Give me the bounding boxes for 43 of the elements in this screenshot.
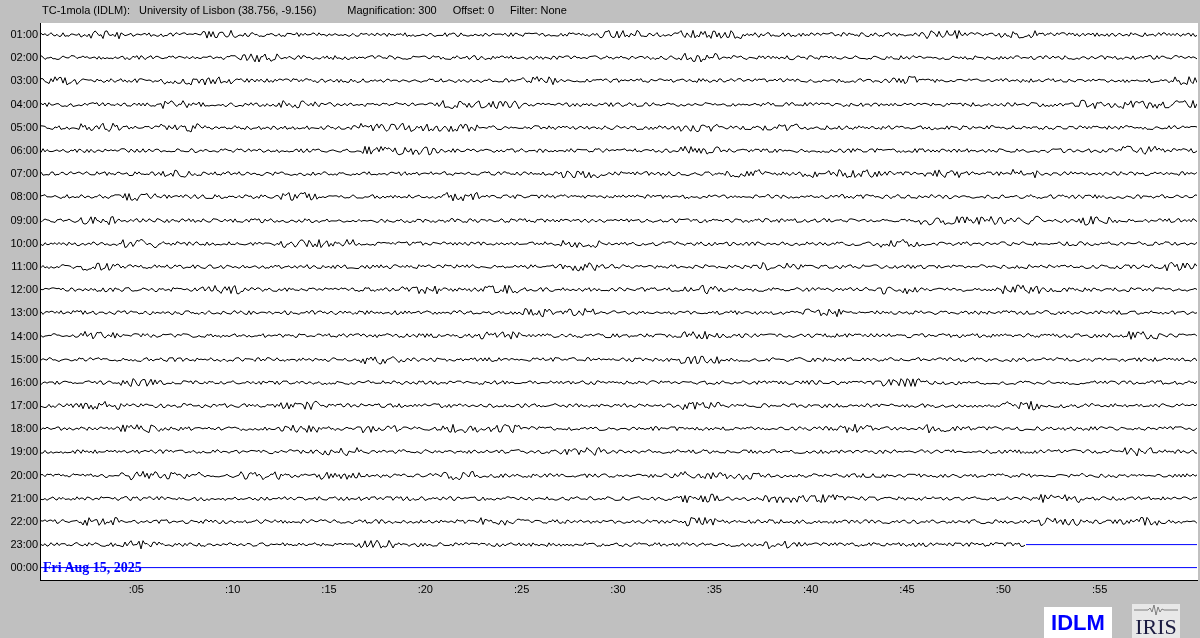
hour-label: 10:00 bbox=[10, 237, 38, 249]
time-tick-label: :25 bbox=[514, 583, 530, 595]
hour-label: 14:00 bbox=[10, 330, 38, 342]
hour-label: 04:00 bbox=[10, 98, 38, 110]
time-tick-label: :45 bbox=[899, 583, 915, 595]
hour-label: 21:00 bbox=[10, 492, 38, 504]
filter: Filter: None bbox=[510, 3, 567, 19]
network-logo: IRIS bbox=[1132, 603, 1180, 638]
hour-label: 07:00 bbox=[10, 168, 38, 180]
time-tick-label: :15 bbox=[321, 583, 337, 595]
hour-label: 20:00 bbox=[10, 469, 38, 481]
hour-label: 12:00 bbox=[10, 284, 38, 296]
time-tick-label: :35 bbox=[706, 583, 722, 595]
hour-label: 15:00 bbox=[10, 353, 38, 365]
time-tick-label: :05 bbox=[128, 583, 144, 595]
time-tick-label: :30 bbox=[610, 583, 626, 595]
hour-label: 05:00 bbox=[10, 121, 38, 133]
offset: Offset: 0 bbox=[452, 3, 494, 19]
time-tick-label: :40 bbox=[803, 583, 819, 595]
hour-label: 01:00 bbox=[10, 29, 38, 41]
hour-label: 09:00 bbox=[10, 214, 38, 226]
waveform-icon bbox=[1134, 603, 1178, 616]
hour-label: 03:00 bbox=[10, 75, 38, 87]
station-location: University of Lisbon (38.756, -9.156) bbox=[139, 3, 317, 19]
station-name: TC-1mola (IDLM): bbox=[42, 3, 130, 19]
station-logo: IDLM bbox=[1044, 606, 1112, 638]
hour-label: 08:00 bbox=[10, 191, 38, 203]
time-tick-label: :55 bbox=[1092, 583, 1108, 595]
time-tick-label: :50 bbox=[995, 583, 1011, 595]
hour-label: 19:00 bbox=[10, 446, 38, 458]
time-tick-label: :20 bbox=[417, 583, 433, 595]
hour-label: 16:00 bbox=[10, 376, 38, 388]
hour-label: 13:00 bbox=[10, 307, 38, 319]
hour-label: 02:00 bbox=[10, 52, 38, 64]
magnification: Magnification: 300 bbox=[347, 3, 437, 19]
hour-label: 11:00 bbox=[11, 260, 38, 272]
hour-label: 22:00 bbox=[10, 516, 38, 528]
time-tick-label: :10 bbox=[225, 583, 241, 595]
hour-label: 17:00 bbox=[10, 400, 38, 412]
hour-label: 18:00 bbox=[10, 423, 38, 435]
hour-label: 23:00 bbox=[10, 539, 38, 551]
hour-label: 00:00 bbox=[10, 562, 38, 574]
hour-label: 06:00 bbox=[10, 145, 38, 157]
